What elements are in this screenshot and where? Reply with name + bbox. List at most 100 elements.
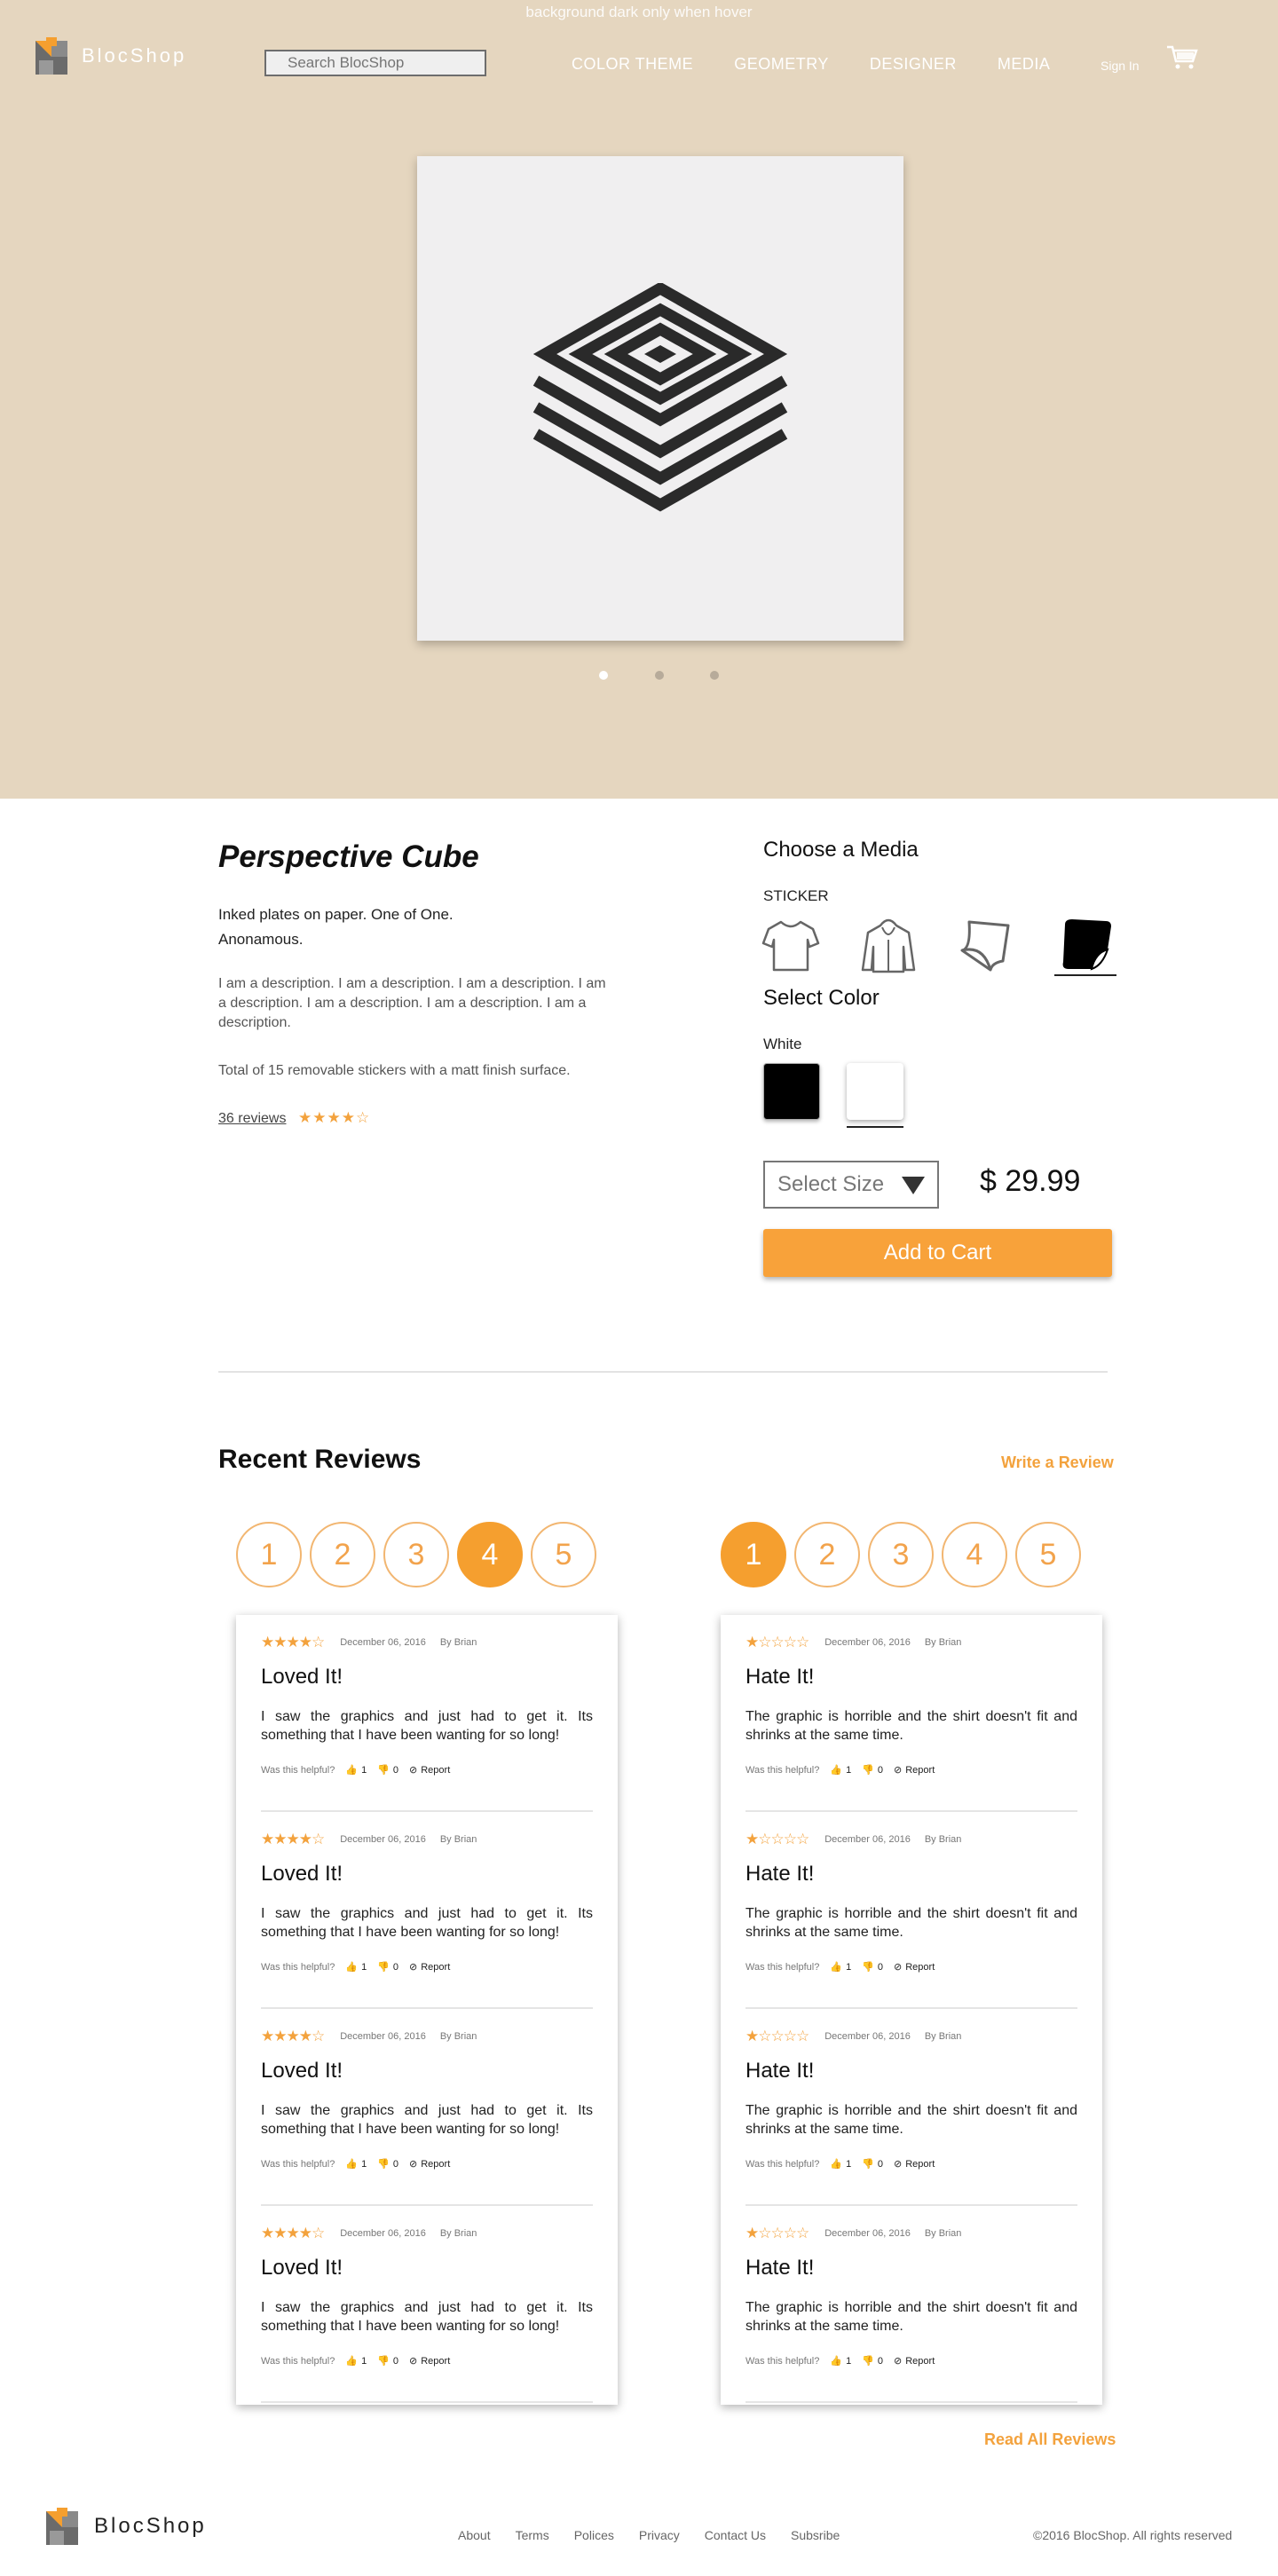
thumbs-up-button[interactable]: 👍 1 [830,2355,851,2367]
site-logo[interactable]: BlocShop [36,37,186,75]
nav-geometry[interactable]: GEOMETRY [734,55,829,74]
footer-link-policies[interactable]: Polices [574,2528,614,2542]
review-meta: ★☆☆☆☆ December 06, 2016 By Brian [746,1831,1077,1847]
review-item: ★☆☆☆☆ December 06, 2016 By Brian Hate It! Th… [746,2206,1077,2403]
carousel-dot-1[interactable] [599,671,608,680]
nav-media[interactable]: MEDIA [998,55,1051,74]
thumbs-down-button[interactable]: 👎 0 [862,1961,883,1973]
add-to-cart-button[interactable]: Add to Cart [763,1229,1112,1277]
footer-logo[interactable]: BlocShop [46,2508,207,2545]
media-sticker-option[interactable] [1054,916,1116,976]
rating-filter-3[interactable]: 3 [383,1522,449,1587]
thumbs-down-button[interactable]: 👎 0 [377,2355,398,2367]
rating-filter-4[interactable]: 4 [942,1522,1007,1587]
review-item: ★☆☆☆☆ December 06, 2016 By Brian Hate It! Th… [746,1812,1077,2009]
thumbs-down-count: 0 [392,1961,399,1973]
thumbs-up-button[interactable]: 👍 1 [830,1961,851,1973]
media-tshirt-option[interactable] [760,916,822,976]
footer-link-about[interactable]: About [458,2528,491,2542]
footer-link-privacy[interactable]: Privacy [639,2528,680,2542]
logo-mark-icon [46,2508,78,2545]
thumbs-up-button[interactable]: 👍 1 [345,2355,367,2367]
media-hoodie-option[interactable] [857,916,919,976]
thumbs-down-icon: 👎 [377,1765,390,1776]
report-icon: ⊘ [409,2159,418,2170]
report-button[interactable]: ⊘ Report [409,1961,450,1973]
thumbs-up-button[interactable]: 👍 1 [345,1961,367,1973]
report-button[interactable]: ⊘ Report [409,1764,450,1776]
thumbs-down-button[interactable]: 👎 0 [862,2355,883,2367]
review-meta: ★☆☆☆☆ December 06, 2016 By Brian [746,1634,1077,1650]
report-label: Report [905,2355,935,2367]
review-body: I saw the graphics and just had to get i… [261,1906,593,1940]
report-icon: ⊘ [894,2356,903,2367]
thumbs-up-icon: 👍 [345,1962,359,1973]
review-title: Hate It! [746,1665,815,1689]
thumbs-down-button[interactable]: 👎 0 [377,2158,398,2170]
review-author: By Brian [924,1834,962,1845]
rating-filter-2[interactable]: 2 [310,1522,375,1587]
thumbs-up-count: 1 [361,2355,367,2367]
nav-designer[interactable]: DESIGNER [870,55,957,74]
footer-links: About Terms Polices Privacy Contact Us S… [458,2528,864,2542]
rating-filter-5[interactable]: 5 [1015,1522,1081,1587]
review-panel-negative: ★☆☆☆☆ December 06, 2016 By Brian Hate It! Th… [721,1615,1102,2405]
thumbs-up-button[interactable]: 👍 1 [830,2158,851,2170]
thumbs-down-button[interactable]: 👎 0 [377,1961,398,1973]
footer-link-subscribe[interactable]: Subsribe [791,2528,840,2542]
size-select[interactable]: Select Size [763,1161,939,1209]
carousel-dot-3[interactable] [710,671,719,680]
review-stars-icon: ★★★★☆ [261,1831,325,1847]
report-button[interactable]: ⊘ Report [409,2355,450,2367]
reviews-link[interactable]: 36 reviews [218,1111,286,1127]
report-button[interactable]: ⊘ Report [894,2355,935,2367]
thumbs-up-count: 1 [361,2158,367,2170]
thumbs-down-button[interactable]: 👎 0 [862,2158,883,2170]
media-poster-option[interactable] [951,916,1014,976]
footer-link-contact[interactable]: Contact Us [705,2528,766,2542]
color-swatch-black[interactable] [763,1063,820,1120]
thumbs-up-button[interactable]: 👍 1 [830,1764,851,1776]
footer-link-terms[interactable]: Terms [516,2528,549,2542]
rating-filter-2[interactable]: 2 [794,1522,860,1587]
carousel-dot-2[interactable] [655,671,664,680]
rating-filter-3[interactable]: 3 [868,1522,934,1587]
thumbs-up-button[interactable]: 👍 1 [345,1764,367,1776]
read-all-reviews-link[interactable]: Read All Reviews [984,2430,1116,2449]
rating-filter-left: 12345 [236,1522,596,1587]
review-author: By Brian [439,2228,477,2239]
search-input[interactable] [264,50,486,76]
media-type-label: STICKER [763,887,829,904]
cart-icon[interactable] [1166,44,1198,71]
report-button[interactable]: ⊘ Report [894,2158,935,2170]
rating-filter-4[interactable]: 4 [457,1522,523,1587]
report-label: Report [421,2158,451,2170]
review-body: The graphic is horrible and the shirt do… [746,1709,1077,1743]
sign-in-link[interactable]: Sign In [1100,59,1140,73]
report-button[interactable]: ⊘ Report [894,1961,935,1973]
review-item: ★★★★☆ December 06, 2016 By Brian Loved It! I… [261,2206,593,2403]
thumbs-up-button[interactable]: 👍 1 [345,2158,367,2170]
nav-color-theme[interactable]: COLOR THEME [572,55,693,74]
thumbs-down-button[interactable]: 👎 0 [862,1764,883,1776]
report-button[interactable]: ⊘ Report [409,2158,450,2170]
product-artist: Anonamous. [218,931,304,948]
review-meta: ★★★★☆ December 06, 2016 By Brian [261,1634,593,1650]
report-button[interactable]: ⊘ Report [894,1764,935,1776]
review-author: By Brian [924,2031,962,2042]
hoodie-icon [861,918,916,973]
rating-filter-1[interactable]: 1 [236,1522,302,1587]
thumbs-up-icon: 👍 [345,1765,359,1776]
rating-filter-1[interactable]: 1 [721,1522,786,1587]
write-review-link[interactable]: Write a Review [1001,1453,1114,1472]
product-image-card[interactable] [417,156,903,641]
rating-filter-5[interactable]: 5 [531,1522,596,1587]
review-stars-icon: ★☆☆☆☆ [746,1831,809,1847]
color-swatch-white[interactable] [847,1063,903,1120]
review-item: ★★★★☆ December 06, 2016 By Brian Loved It! I… [261,1812,593,2009]
report-label: Report [905,1764,935,1776]
thumbs-down-button[interactable]: 👎 0 [377,1764,398,1776]
selected-color-indicator [847,1126,903,1128]
thumbs-up-icon: 👍 [830,2356,843,2367]
recent-reviews-heading: Recent Reviews [218,1445,422,1474]
